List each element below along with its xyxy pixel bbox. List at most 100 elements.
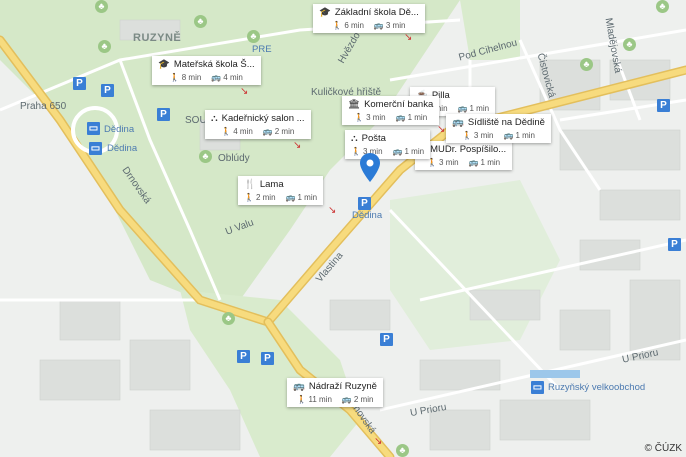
school-icon: 🎓 bbox=[158, 59, 170, 70]
parking-icon[interactable]: P bbox=[157, 108, 170, 121]
pointer-arrow-icon: ↘ bbox=[437, 124, 446, 135]
park-icon: ♣ bbox=[247, 30, 260, 43]
bus-icon: 🚌 bbox=[468, 158, 479, 167]
transit-time: 2 min bbox=[274, 127, 295, 136]
poi-card[interactable]: ⛬ Kadeřnický salon ... 🚶 4 min 🚌 2 min bbox=[205, 110, 311, 139]
walk-time: 6 min bbox=[344, 21, 364, 30]
transit-time: 1 min bbox=[407, 113, 428, 122]
poi-card[interactable]: 🚌 Nádraží Ruzyně 🚶 11 min 🚌 2 min bbox=[287, 378, 383, 407]
pointer-arrow-icon: ↘ bbox=[404, 32, 413, 43]
map-view[interactable]: RUZYNĚ Praha 650 Drnovská U Valu Vlastin… bbox=[0, 0, 686, 457]
walk-time: 3 min bbox=[473, 131, 494, 140]
park-icon: ♣ bbox=[580, 58, 593, 71]
bus-icon: 🚌 bbox=[285, 193, 296, 202]
walk-time: 3 min bbox=[439, 158, 459, 167]
pointer-arrow-icon: ↘ bbox=[328, 205, 337, 216]
transit-time: 4 min bbox=[223, 73, 243, 82]
poi-card-title: Komerční banka bbox=[364, 99, 434, 110]
bus-icon: 🚌 bbox=[452, 117, 464, 128]
park-icon: ♣ bbox=[623, 38, 636, 51]
parking-icon[interactable]: P bbox=[73, 77, 86, 90]
bus-icon: 🚌 bbox=[392, 147, 403, 156]
poi-card-title: Základní škola Dě... bbox=[334, 7, 419, 18]
poi-card[interactable]: ⛬ Pošta 🚶 3 min 🚌 1 min bbox=[345, 130, 431, 159]
parking-icon[interactable]: P bbox=[101, 84, 114, 97]
bus-stop-icon[interactable]: ▭ bbox=[531, 381, 544, 394]
walk-time: 3 min bbox=[366, 113, 386, 122]
bank-icon: 🏛 bbox=[348, 99, 361, 110]
poi-card-title: Kadeřnický salon ... bbox=[221, 113, 305, 124]
poi-card[interactable]: 🏛 Komerční banka 🚶 3 min 🚌 1 min bbox=[342, 96, 440, 125]
poi-card-title: Lama bbox=[259, 179, 284, 190]
poi-card-title: Sídliště na Dědině bbox=[467, 117, 545, 128]
parking-icon[interactable]: P bbox=[261, 352, 274, 365]
poi-label: Dědina bbox=[107, 143, 138, 154]
transit-time: 3 min bbox=[385, 21, 406, 30]
park-icon: ♣ bbox=[194, 15, 207, 28]
parking-icon[interactable]: P bbox=[237, 350, 250, 363]
salon-icon: ⛬ bbox=[211, 113, 218, 124]
park-icon: ♣ bbox=[98, 40, 111, 53]
bus-icon: 🚌 bbox=[341, 395, 352, 404]
bus-icon: 🚌 bbox=[293, 381, 305, 392]
poi-card[interactable]: 🎓 Základní škola Dě... 🚶 6 min 🚌 3 min bbox=[313, 4, 425, 33]
bus-icon: 🚌 bbox=[503, 131, 514, 140]
parking-icon[interactable]: P bbox=[657, 99, 670, 112]
poi-label: Dědina bbox=[104, 124, 135, 135]
district-label: RUZYNĚ bbox=[133, 32, 182, 44]
bus-icon: 🚌 bbox=[373, 21, 384, 30]
walk-icon: 🚶 bbox=[244, 193, 254, 202]
street-label: SOU bbox=[185, 115, 207, 126]
poi-card[interactable]: 🚌 Sídliště na Dědině 🚶 3 min 🚌 1 min bbox=[446, 114, 551, 143]
bus-stop-icon[interactable]: ▭ bbox=[89, 142, 102, 155]
restaurant-icon: 🍴 bbox=[244, 179, 256, 190]
transit-time: 1 min bbox=[297, 193, 318, 202]
school-icon: 🎓 bbox=[319, 7, 331, 18]
pointer-arrow-icon: ↘ bbox=[240, 86, 249, 97]
walk-icon: 🚶 bbox=[461, 131, 472, 140]
post-icon: ⛬ bbox=[351, 133, 358, 144]
poi-label: Ruzyňský velkoobchod bbox=[548, 382, 646, 393]
poi-card-title: Mateřská škola Š... bbox=[173, 59, 255, 70]
bus-icon: 🚌 bbox=[457, 104, 468, 113]
copyright-text: © ČÚZK bbox=[644, 443, 682, 454]
pointer-arrow-icon: ↘ bbox=[374, 436, 383, 447]
walk-icon: 🚶 bbox=[354, 113, 365, 122]
street-label: Oblúdy bbox=[218, 153, 250, 164]
transit-time: 1 min bbox=[404, 147, 425, 156]
transit-time: 1 min bbox=[469, 104, 490, 113]
poi-label: Dědina bbox=[352, 210, 383, 221]
poi-card-title: Pošta bbox=[361, 133, 386, 144]
transit-time: 2 min bbox=[353, 395, 374, 404]
walk-time: 11 min bbox=[308, 395, 332, 404]
parking-icon[interactable]: P bbox=[380, 333, 393, 346]
park-icon: ♣ bbox=[95, 0, 108, 13]
walk-time: 2 min bbox=[255, 193, 276, 202]
transit-time: 1 min bbox=[480, 158, 501, 167]
bus-stop-icon[interactable]: ▭ bbox=[87, 122, 100, 135]
parking-icon[interactable]: P bbox=[668, 238, 681, 251]
walk-time: 8 min bbox=[181, 73, 202, 82]
park-icon: ♣ bbox=[222, 312, 235, 325]
location-pin-icon[interactable] bbox=[359, 153, 381, 183]
street-label: Praha 650 bbox=[20, 101, 67, 112]
poi-card[interactable]: 🎓 Mateřská škola Š... 🚶 8 min 🚌 4 min bbox=[152, 56, 261, 85]
poi-label: PRE bbox=[252, 44, 272, 55]
park-icon: ♣ bbox=[396, 444, 409, 457]
poi-card[interactable]: 🍴 Lama 🚶 2 min 🚌 1 min bbox=[238, 176, 324, 205]
bus-icon: 🚌 bbox=[262, 127, 273, 136]
poi-card-title: MUDr. Pospíšilo... bbox=[430, 144, 507, 155]
pointer-arrow-icon: ↘ bbox=[293, 140, 302, 151]
park-icon: ♣ bbox=[656, 0, 669, 13]
transit-time: 1 min bbox=[515, 131, 535, 140]
walk-icon: 🚶 bbox=[221, 127, 232, 136]
bus-icon: 🚌 bbox=[395, 113, 406, 122]
walk-icon: 🚶 bbox=[332, 21, 343, 30]
parking-icon[interactable]: P bbox=[358, 197, 371, 210]
walk-time: 4 min bbox=[233, 127, 253, 136]
park-icon: ♣ bbox=[199, 150, 212, 163]
walk-icon: 🚶 bbox=[427, 158, 438, 167]
bus-icon: 🚌 bbox=[211, 73, 222, 82]
walk-icon: 🚶 bbox=[169, 73, 180, 82]
poi-card-title: Nádraží Ruzyně bbox=[308, 381, 377, 392]
